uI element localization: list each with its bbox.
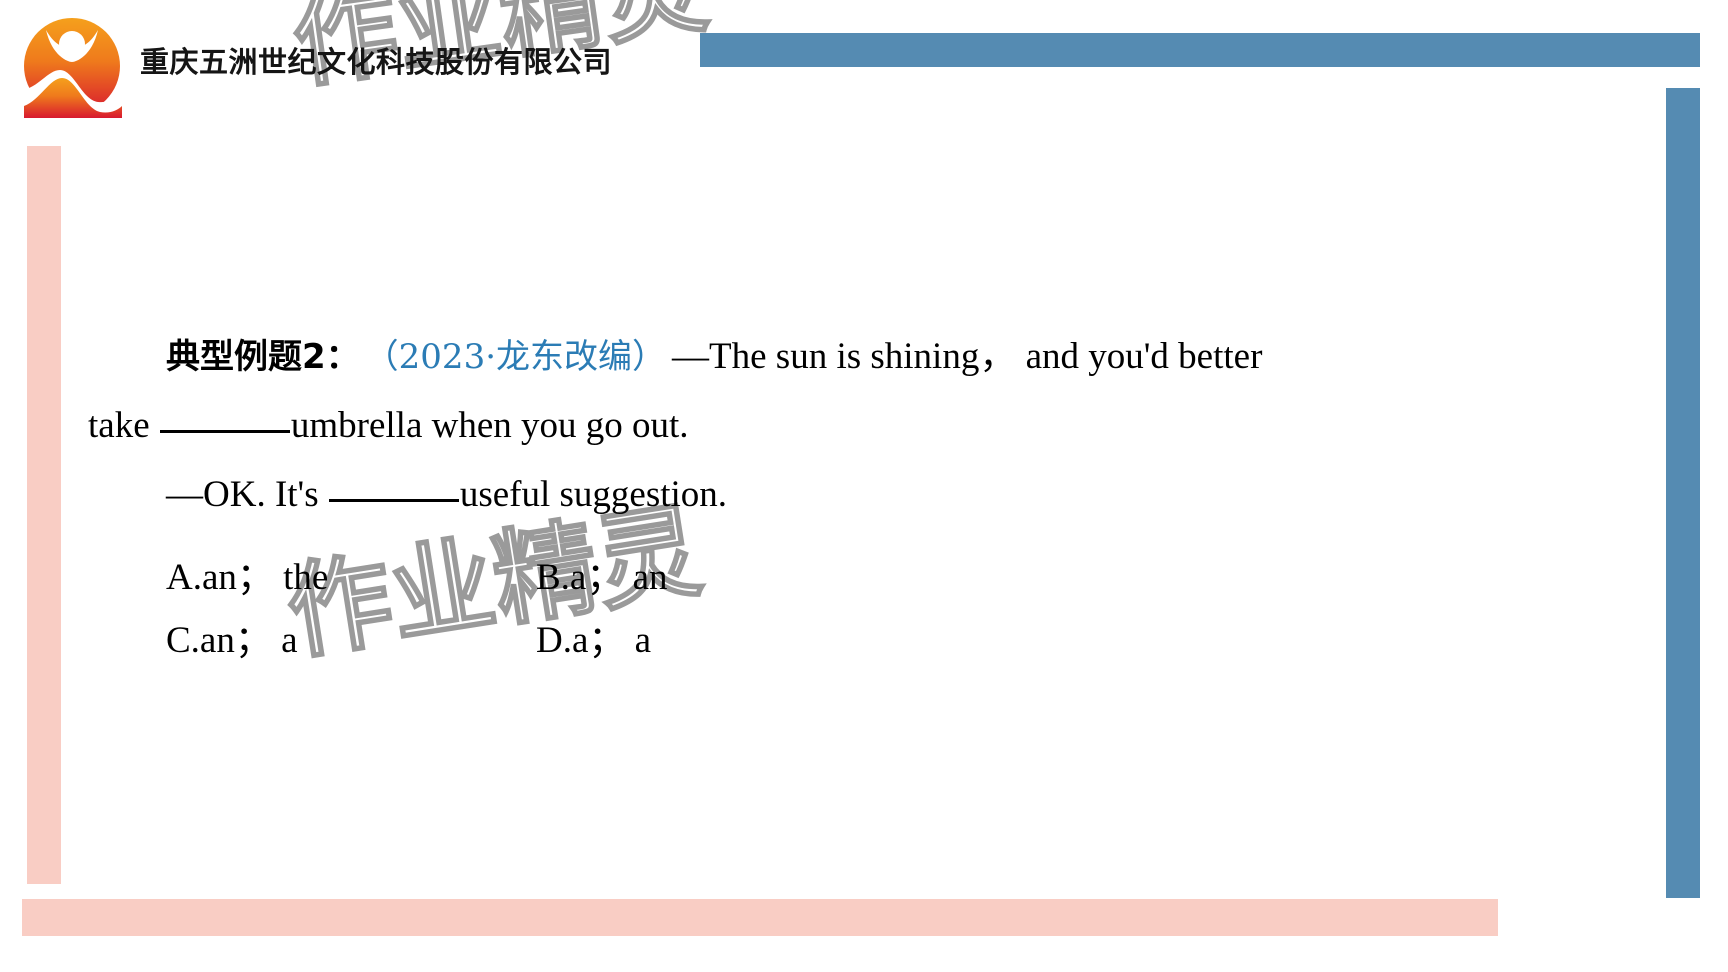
options-row-ab: A.an； the B.a； an — [88, 546, 1088, 609]
answer-blank-1 — [159, 430, 290, 433]
question-line-3: —OK. It's useful suggestion. — [88, 460, 1388, 529]
top-blue-decorative-bar — [700, 33, 1700, 67]
page-header: 重庆五洲世纪文化科技股份有限公司 — [20, 14, 612, 118]
question-line3-suffix: useful suggestion. — [459, 474, 728, 515]
question-body: 典型例题2： （2023·龙东改编） —The sun is shining， an… — [88, 322, 1388, 529]
option-c[interactable]: C.an； a — [88, 609, 536, 672]
right-blue-decorative-bar — [1666, 88, 1700, 898]
question-line3-prefix: —OK. It's — [166, 474, 328, 515]
question-label: 典型例题2： — [166, 337, 360, 377]
question-line-2: take umbrella when you go out. — [88, 391, 1388, 460]
question-line1-english: —The sun is shining， and you'd better — [672, 336, 1263, 377]
option-d[interactable]: D.a； a — [536, 609, 906, 672]
question-line2-prefix: take — [88, 405, 159, 446]
bottom-pink-decorative-bar — [22, 899, 1498, 936]
left-pink-decorative-bar — [27, 146, 61, 884]
answer-blank-2 — [328, 499, 459, 502]
option-b[interactable]: B.a； an — [536, 546, 906, 609]
options-row-cd: C.an； a D.a； a — [88, 609, 1088, 672]
options-list: A.an； the B.a； an C.an； a D.a； a — [88, 546, 1088, 672]
question-line-1: 典型例题2： （2023·龙东改编） —The sun is shining， an… — [88, 322, 1388, 391]
company-name: 重庆五洲世纪文化科技股份有限公司 — [140, 45, 613, 79]
sun-mountain-logo-icon — [22, 18, 122, 118]
question-line2-suffix: umbrella when you go out. — [290, 405, 689, 446]
option-a[interactable]: A.an； the — [88, 546, 536, 609]
question-source: （2023·龙东改编） — [381, 337, 667, 377]
